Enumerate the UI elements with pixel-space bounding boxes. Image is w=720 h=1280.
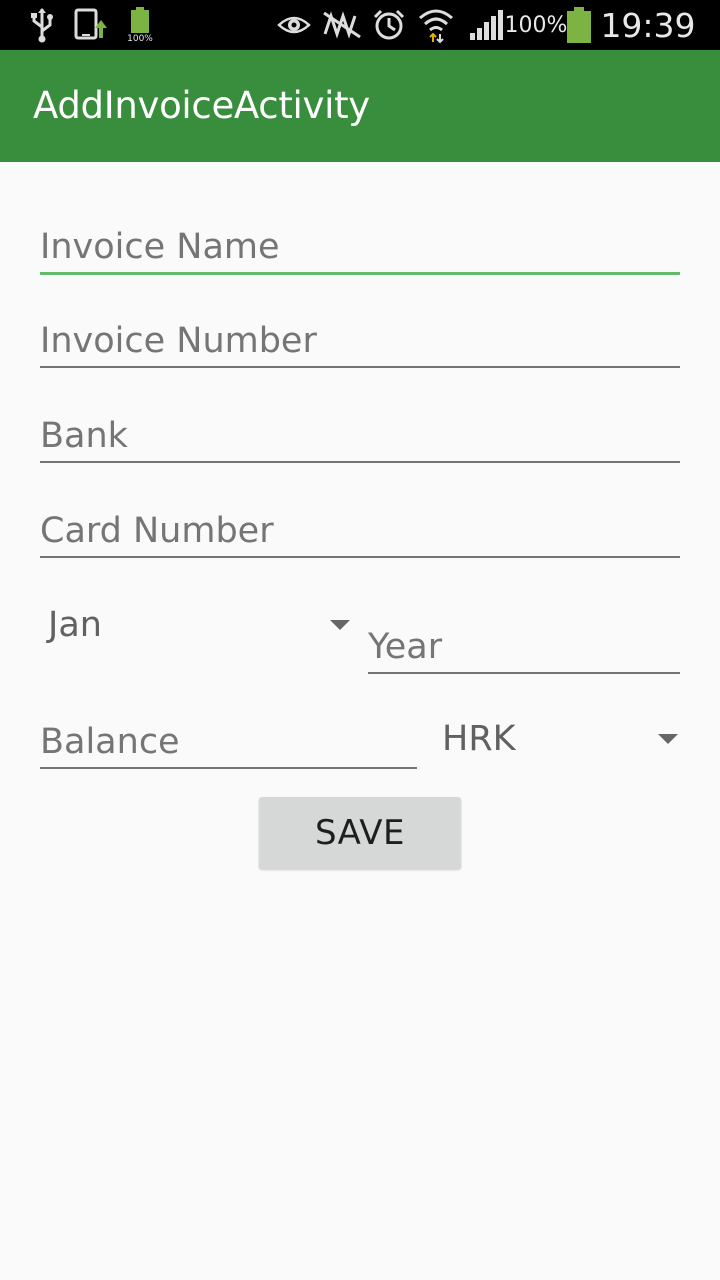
month-selected-value: Jan [48, 605, 102, 645]
signal-icon [466, 0, 506, 50]
invoice-number-input[interactable] [40, 314, 680, 368]
invoice-number-underline [40, 366, 680, 368]
app-bar: AddInvoiceActivity [0, 50, 720, 162]
invoice-number-field[interactable] [40, 314, 680, 368]
chevron-down-icon [658, 734, 678, 744]
invoice-name-input[interactable] [40, 218, 680, 275]
bank-input[interactable] [40, 409, 680, 463]
currency-spinner[interactable]: HRK [442, 714, 678, 764]
card-number-input[interactable] [40, 504, 680, 558]
year-underline [368, 672, 680, 674]
battery-percent-small: 100% [127, 33, 153, 44]
invoice-name-field[interactable] [40, 218, 680, 275]
battery-icon [564, 0, 594, 50]
balance-field[interactable] [40, 715, 417, 769]
status-bar: 100% 100% 19:39 [0, 0, 720, 50]
save-button[interactable]: SAVE [259, 797, 461, 869]
card-number-underline [40, 556, 680, 558]
balance-input[interactable] [40, 715, 417, 769]
currency-selected-value: HRK [442, 719, 516, 759]
alarm-icon [370, 0, 408, 50]
invoice-name-underline [40, 272, 680, 275]
wifi-icon [416, 0, 456, 50]
year-input[interactable] [368, 620, 680, 674]
year-field[interactable] [368, 620, 680, 674]
usb-icon [28, 0, 56, 50]
page-title: AddInvoiceActivity [33, 84, 370, 127]
nfc-icon [320, 0, 364, 50]
bank-field[interactable] [40, 409, 680, 463]
card-number-field[interactable] [40, 504, 680, 558]
eye-icon [276, 0, 312, 50]
battery-charge-icon: 100% [122, 0, 158, 50]
chevron-down-icon [330, 620, 350, 630]
bank-underline [40, 461, 680, 463]
phone-update-icon [72, 0, 110, 50]
balance-underline [40, 767, 417, 769]
month-spinner[interactable]: Jan [48, 600, 350, 650]
battery-percent: 100% [504, 12, 568, 38]
clock: 19:39 [600, 5, 696, 45]
